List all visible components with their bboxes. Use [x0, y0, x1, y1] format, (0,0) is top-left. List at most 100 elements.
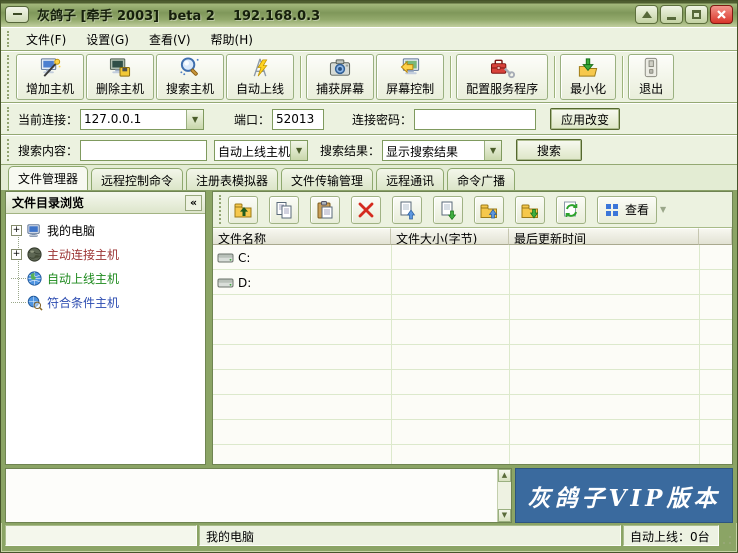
tab-file-transfer[interactable]: 文件传输管理: [281, 168, 373, 190]
search-scope-select[interactable]: 自动上线主机 ▼: [214, 140, 308, 161]
search-button[interactable]: 搜索: [516, 139, 582, 161]
download-file-button[interactable]: [433, 196, 463, 224]
rollup-button[interactable]: [635, 5, 658, 24]
tree-item-connected-hosts[interactable]: + 主动连接主机: [6, 242, 205, 266]
table-row-drive-c[interactable]: C:: [213, 245, 732, 270]
chevron-down-icon[interactable]: ▼: [186, 110, 203, 129]
port-input[interactable]: [272, 109, 324, 130]
upload-folder-button[interactable]: [474, 196, 504, 224]
tree-item-my-computer[interactable]: + 我的电脑: [6, 218, 205, 242]
configure-service-icon: [487, 56, 517, 79]
search-result-label: 搜索结果：: [320, 142, 380, 159]
tab-remote-control[interactable]: 远程控制命令: [91, 168, 183, 190]
search-result-select[interactable]: 显示搜索结果 ▼: [382, 140, 502, 161]
tab-command-broadcast[interactable]: 命令广播: [447, 168, 515, 190]
title-bar[interactable]: 灰鸽子 [牵手 2003] beta 2 192.168.0.3: [1, 1, 737, 27]
search-content-input[interactable]: [80, 140, 207, 161]
file-table-body: C: D:: [213, 245, 732, 464]
toolbar-grip[interactable]: [7, 31, 10, 47]
toolbar-grip[interactable]: [7, 139, 10, 161]
vip-banner: 灰鸽子VIP版本: [515, 468, 733, 523]
column-last-updated[interactable]: 最后更新时间: [509, 228, 699, 245]
log-content: [6, 469, 497, 522]
toolbar-separator: [554, 56, 556, 98]
status-online-count: 自动上线：0台: [623, 525, 719, 546]
upload-folder-icon: [479, 200, 499, 220]
search-host-button[interactable]: 搜索主机: [156, 54, 224, 100]
add-host-button[interactable]: 增加主机: [16, 54, 84, 100]
toolbar-button-label: 搜索主机: [166, 80, 214, 97]
auto-online-hosts-icon: [26, 270, 43, 287]
delete-button[interactable]: [351, 196, 381, 224]
bottom-area: ▲ ▼ 灰鸽子VIP版本: [1, 465, 737, 523]
up-directory-button[interactable]: [228, 196, 258, 224]
toolbar-grip[interactable]: [7, 55, 10, 99]
status-bar: 我的电脑 自动上线：0台: [5, 525, 733, 546]
apply-changes-button[interactable]: 应用改变: [550, 108, 620, 130]
screen-control-button[interactable]: 屏幕控制: [376, 54, 444, 100]
directory-panel: 文件目录浏览 « + 我的电脑 + 主动连接主机: [5, 191, 206, 465]
screen-control-icon: [397, 56, 423, 79]
table-row-drive-d[interactable]: D:: [213, 270, 732, 295]
close-button[interactable]: [710, 5, 733, 24]
resize-grip[interactable]: [721, 525, 733, 546]
view-grid-icon: [605, 202, 621, 218]
file-toolbar: 查看 ▼: [213, 192, 732, 228]
chevron-down-icon[interactable]: ▼: [484, 141, 501, 160]
paste-icon: [315, 200, 335, 220]
view-mode-label: 查看: [625, 201, 649, 218]
column-file-name[interactable]: 文件名称: [213, 228, 391, 245]
tree-item-label: 符合条件主机: [47, 294, 119, 311]
tab-file-manager[interactable]: 文件管理器: [8, 166, 88, 190]
tree-item-auto-online-hosts[interactable]: 自动上线主机: [6, 266, 205, 290]
log-scrollbar[interactable]: ▲ ▼: [497, 469, 511, 522]
tree-item-matched-hosts[interactable]: 符合条件主机: [6, 290, 205, 314]
scroll-down-icon[interactable]: ▼: [498, 509, 511, 522]
delete-host-button[interactable]: 删除主机: [86, 54, 154, 100]
expand-icon[interactable]: +: [11, 249, 22, 260]
column-file-size[interactable]: 文件大小(字节): [391, 228, 509, 245]
menu-view[interactable]: 查看(V): [139, 29, 201, 50]
delete-host-icon: [107, 56, 133, 79]
auto-online-button[interactable]: 自动上线: [226, 54, 294, 100]
download-folder-icon: [520, 200, 540, 220]
menu-file[interactable]: 文件(F): [16, 29, 76, 50]
current-connection-select[interactable]: 127.0.0.1 ▼: [80, 109, 204, 130]
upload-file-button[interactable]: [392, 196, 422, 224]
password-input[interactable]: [414, 109, 536, 130]
menu-help[interactable]: 帮助(H): [201, 29, 263, 50]
toolbar-button-label: 增加主机: [26, 80, 74, 97]
tab-registry-editor[interactable]: 注册表模拟器: [186, 168, 278, 190]
scroll-up-icon[interactable]: ▲: [498, 469, 511, 482]
chevron-down-icon[interactable]: ▼: [290, 141, 307, 160]
refresh-button[interactable]: [556, 196, 586, 224]
minimize-button[interactable]: [660, 5, 683, 24]
file-table-header: 文件名称 文件大小(字节) 最后更新时间: [213, 228, 732, 245]
toolbar-button-label: 屏幕控制: [386, 80, 434, 97]
toolbar-grip[interactable]: [7, 107, 10, 131]
paste-button[interactable]: [310, 196, 340, 224]
expand-icon[interactable]: +: [11, 225, 22, 236]
auto-online-icon: [247, 56, 273, 79]
capture-screen-button[interactable]: 捕获屏幕: [306, 54, 374, 100]
search-bar: 搜索内容： 自动上线主机 ▼ 搜索结果： 显示搜索结果 ▼ 搜索: [1, 135, 737, 165]
password-label: 连接密码：: [352, 111, 412, 128]
configure-service-button[interactable]: 配置服务程序: [456, 54, 548, 100]
copy-button[interactable]: [269, 196, 299, 224]
minimize-to-tray-button[interactable]: 最小化: [560, 54, 616, 100]
view-mode-button[interactable]: 查看: [597, 196, 657, 224]
tree-item-label: 主动连接主机: [47, 246, 119, 263]
view-mode-dropdown-icon[interactable]: ▼: [660, 205, 666, 214]
toolbar-button-label: 退出: [639, 80, 663, 97]
system-menu-button[interactable]: [5, 6, 29, 23]
maximize-button[interactable]: [685, 5, 708, 24]
toolbar-grip[interactable]: [219, 195, 222, 224]
tab-remote-comm[interactable]: 远程通讯: [376, 168, 444, 190]
download-folder-button[interactable]: [515, 196, 545, 224]
main-toolbar: 增加主机 删除主机 搜索主机 自动上线 捕获屏幕: [1, 51, 737, 103]
close-icon: [716, 9, 727, 20]
menu-settings[interactable]: 设置(G): [76, 29, 139, 50]
collapse-panel-button[interactable]: «: [185, 195, 202, 211]
exit-button[interactable]: 退出: [628, 54, 674, 100]
toolbar-button-label: 最小化: [570, 80, 606, 97]
